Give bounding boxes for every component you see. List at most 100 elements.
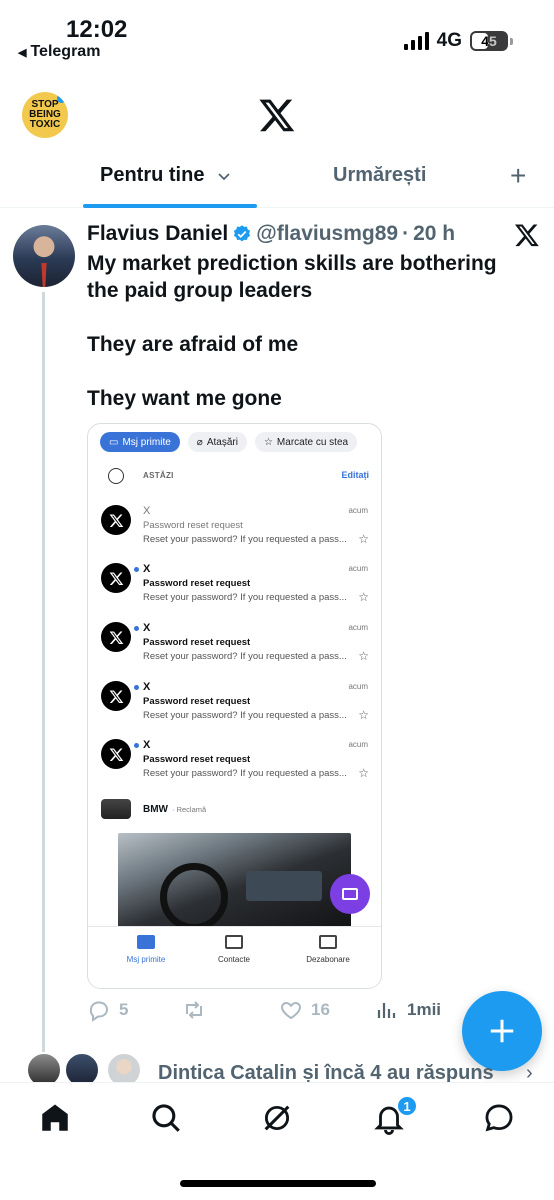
post-paragraph: They want me gone <box>87 387 282 410</box>
mail-nav-label: Contacte <box>217 955 251 964</box>
mail-list-item: X Password reset request Reset your pass… <box>88 557 381 615</box>
mail-subject: Password reset request <box>143 754 251 765</box>
mail-list-item: X Password reset request Reset your pass… <box>88 675 381 733</box>
mail-preview: Reset your password? If you requested a … <box>143 534 347 545</box>
post-text: My market prediction skills are botherin… <box>87 250 527 439</box>
edit-label: Editați <box>341 470 369 480</box>
repost-button[interactable] <box>182 998 214 1022</box>
post-header: Flavius Daniel @flaviusmg89 · 20 h <box>87 222 455 246</box>
chevron-down-icon <box>218 172 231 180</box>
mail-nav-inbox: Msj primite <box>106 935 186 964</box>
nav-messages[interactable] <box>482 1101 516 1135</box>
star-icon: ☆ <box>358 766 369 780</box>
unread-dot <box>134 567 139 572</box>
unsubscribe-icon <box>319 935 337 949</box>
mail-subject: Password reset request <box>143 696 251 707</box>
signal-icon <box>403 32 429 50</box>
network-type: 4G <box>436 30 462 51</box>
replies-preview-row[interactable]: Dintica Catalin și încă 4 au răspuns › <box>0 1052 554 1088</box>
mail-sender: X <box>143 681 151 693</box>
x-brand-icon[interactable] <box>514 222 540 248</box>
ad-tag: · Reclamă <box>172 805 207 814</box>
mail-section-header: ASTĂZI Editați <box>88 466 381 486</box>
select-all-circle-icon <box>108 468 124 484</box>
notification-badge: 1 <box>396 1095 418 1117</box>
star-icon: ☆ <box>358 590 369 604</box>
post-author-avatar[interactable] <box>13 225 75 287</box>
contacts-icon <box>225 935 243 949</box>
reply-icon <box>89 1001 108 1022</box>
x-sender-avatar-icon <box>101 681 131 711</box>
home-icon <box>42 1104 68 1131</box>
battery-icon: 45 <box>470 31 513 51</box>
post-paragraph: My market prediction skills are botherin… <box>87 252 497 302</box>
active-tab-indicator <box>83 204 257 208</box>
home-indicator <box>180 1180 376 1187</box>
mail-time: acum <box>348 506 368 515</box>
search-icon <box>152 1104 180 1132</box>
back-app-label: Telegram <box>30 43 101 60</box>
post-paragraph: They are afraid of me <box>87 333 299 356</box>
back-triangle-icon: ◀ <box>18 46 27 59</box>
repost-icon <box>186 1001 202 1019</box>
x-logo-icon[interactable] <box>258 96 296 134</box>
avatar-text-line: TOXIC <box>29 119 61 130</box>
mail-list-item: X Password reset request Reset your pass… <box>88 733 381 791</box>
reply-button[interactable]: 5 <box>87 998 128 1022</box>
mail-nav-contacts: Contacte <box>194 935 274 964</box>
battery-level: 45 <box>481 33 497 49</box>
add-tab-icon[interactable]: + <box>510 160 526 192</box>
status-indicators: 4G 45 <box>403 30 513 52</box>
mail-preview: Reset your password? If you requested a … <box>143 768 347 779</box>
author-handle[interactable]: @flaviusmg89 <box>256 222 398 246</box>
unread-dot <box>134 743 139 748</box>
mail-time: acum <box>348 740 368 749</box>
nav-home[interactable] <box>38 1101 72 1135</box>
mail-nav-label: Msj primite <box>126 955 166 964</box>
post-media-image[interactable]: ▭ Msj primite ⌀ Atașări ☆ Marcate cu ste… <box>87 423 382 989</box>
meta-separator: · <box>402 222 410 245</box>
thread-line <box>42 292 45 1054</box>
chat-bubble-icon <box>485 1104 513 1132</box>
back-to-app-link[interactable]: ◀ Telegram <box>18 43 100 61</box>
mail-preview: Reset your password? If you requested a … <box>143 592 347 603</box>
reply-count: 5 <box>119 1000 129 1019</box>
profile-avatar[interactable]: STOP BEING TOXIC <box>22 92 68 138</box>
x-sender-avatar-icon <box>101 622 131 652</box>
view-count: 1mii <box>407 1000 442 1019</box>
tab-for-you[interactable]: Pentru tine <box>100 164 232 187</box>
chip-label: Marcate cu stea <box>276 436 349 448</box>
mail-sender: X <box>143 622 151 634</box>
author-name[interactable]: Flavius Daniel <box>87 222 228 246</box>
views-chart-icon <box>377 1003 396 1018</box>
verified-badge-icon <box>234 225 251 242</box>
chip-inbox: ▭ Msj primite <box>100 432 180 452</box>
post-time: 20 h <box>413 222 456 245</box>
ad-brand: BMW <box>143 804 168 815</box>
paperclip-icon: ⌀ <box>196 436 203 448</box>
grok-icon <box>264 1105 290 1131</box>
section-label: ASTĂZI <box>143 471 174 480</box>
nav-search[interactable] <box>149 1101 183 1135</box>
unread-dot <box>134 685 139 690</box>
heart-icon <box>281 1001 301 1020</box>
chip-starred: ☆ Marcate cu stea <box>254 432 358 452</box>
mail-time: acum <box>348 682 368 691</box>
views-button[interactable]: 1mii <box>375 998 441 1022</box>
chip-label: Msj primite <box>122 436 171 448</box>
ad-brand-logo <box>101 799 131 819</box>
mail-time: acum <box>348 623 368 632</box>
mail-subject: Password reset request <box>143 578 251 589</box>
inbox-icon <box>137 935 155 949</box>
unread-dot <box>134 626 139 631</box>
mail-preview: Reset your password? If you requested a … <box>143 651 347 662</box>
tab-following[interactable]: Urmărești <box>333 164 426 187</box>
timeline-tabs: Pentru tine Urmărești + <box>0 150 554 208</box>
mail-sender: X <box>143 739 151 751</box>
nav-grok[interactable] <box>260 1101 294 1135</box>
like-button[interactable]: 16 <box>279 998 330 1022</box>
star-icon: ☆ <box>358 708 369 722</box>
star-icon: ☆ <box>263 436 273 448</box>
post-actions: 5 16 1mii <box>87 998 467 1028</box>
mail-nav-label: Dezabonare <box>306 955 350 964</box>
